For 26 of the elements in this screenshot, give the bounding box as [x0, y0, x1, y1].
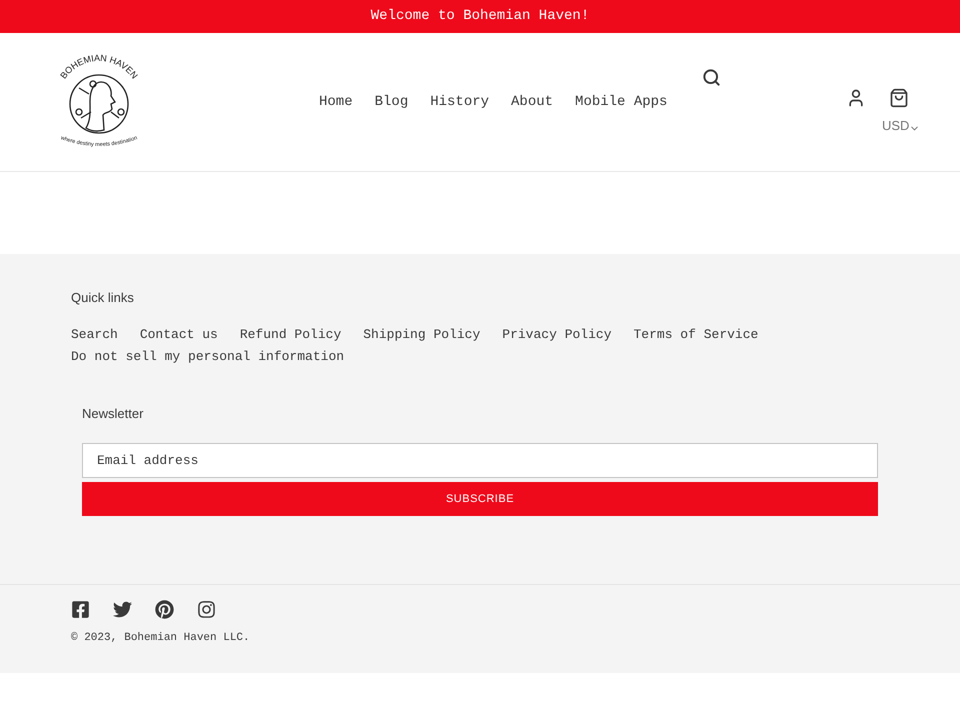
search-icon[interactable]	[702, 68, 721, 87]
footer-link[interactable]: Privacy Policy	[502, 326, 612, 342]
footer-link[interactable]: Do not sell my personal information	[71, 348, 344, 364]
nav-link[interactable]: History	[419, 92, 500, 113]
footer-link[interactable]: Terms of Service	[634, 326, 758, 342]
section-heading: Quick links	[71, 289, 135, 307]
facebook-icon[interactable]	[71, 600, 90, 619]
twitter-icon[interactable]	[113, 600, 132, 619]
nav-link[interactable]: Mobile Apps	[564, 92, 678, 113]
footer-link[interactable]: Search	[71, 326, 118, 342]
footer-link[interactable]: Refund Policy	[240, 326, 342, 342]
currency-selector[interactable]: USD	[882, 116, 920, 136]
copyright-text: © 2023,	[71, 631, 118, 646]
nav-link[interactable]: Home	[308, 92, 364, 113]
nav-link[interactable]: Blog	[364, 92, 420, 113]
pinterest-icon[interactable]	[155, 600, 174, 619]
announcement-bar: Welcome to Bohemian Haven!	[0, 0, 960, 33]
footer-link[interactable]: Contact us	[140, 326, 218, 342]
email-field[interactable]: Email address	[82, 443, 878, 478]
footer-link[interactable]: Shipping Policy	[363, 326, 480, 342]
instagram-icon[interactable]	[197, 600, 216, 619]
section-heading: Newsletter	[82, 404, 144, 422]
company-link[interactable]: Bohemian Haven LLC.	[124, 630, 250, 646]
nav-link[interactable]: About	[500, 92, 564, 113]
subscribe-button[interactable]: SUBSCRIBE	[82, 482, 878, 516]
cart-icon[interactable]	[889, 88, 909, 108]
